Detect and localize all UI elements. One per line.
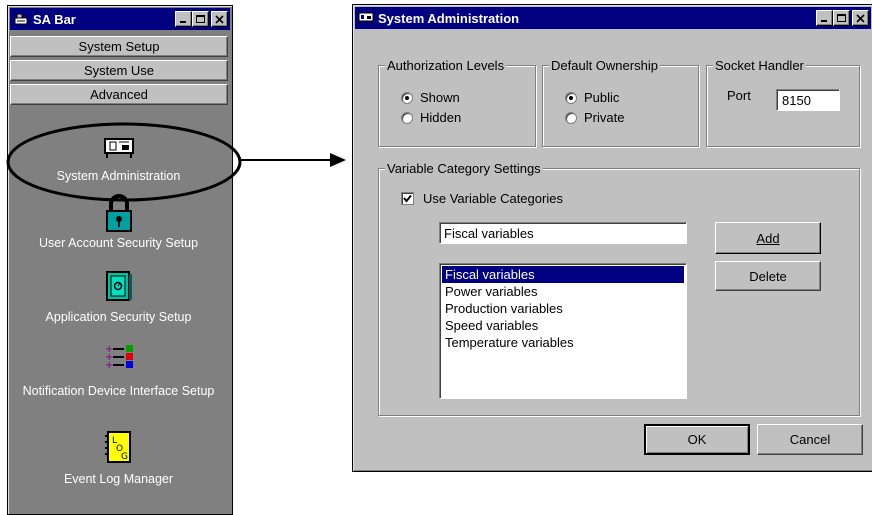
use-variable-categories-checkbox[interactable]: Use Variable Categories bbox=[401, 191, 563, 206]
radio-shown[interactable]: Shown bbox=[401, 90, 460, 105]
cancel-button[interactable]: Cancel bbox=[757, 424, 863, 455]
group-legend: Variable Category Settings bbox=[385, 161, 543, 176]
port-label: Port bbox=[727, 88, 751, 103]
default-ownership-group: Default Ownership Public Private bbox=[542, 58, 699, 147]
delete-button[interactable]: Delete bbox=[715, 261, 821, 291]
sa-bar-titlebar[interactable]: SA Bar bbox=[10, 8, 230, 30]
tab-system-setup[interactable]: System Setup bbox=[10, 36, 228, 57]
pointer-arrowhead bbox=[330, 153, 346, 167]
sa-bar-app-icon bbox=[13, 12, 29, 26]
colored-list-icon: + + + bbox=[8, 344, 229, 370]
tab-label: System Use bbox=[83, 63, 155, 78]
button-label: Delete bbox=[749, 268, 787, 284]
variable-category-input[interactable]: Fiscal variables bbox=[439, 222, 687, 244]
dialog-title: System Administration bbox=[378, 10, 520, 26]
admin-console-icon bbox=[8, 136, 229, 160]
socket-handler-group: Socket Handler Port 8150 bbox=[706, 58, 860, 147]
radio-button[interactable] bbox=[565, 111, 577, 124]
button-label: Add bbox=[756, 230, 780, 246]
tab-system-use[interactable]: System Use bbox=[10, 60, 228, 81]
sa-bar-window: SA Bar System Setup System Use Advanced bbox=[7, 5, 233, 515]
radio-button[interactable] bbox=[401, 91, 413, 104]
system-administration-dialog: System Administration Authorization Leve… bbox=[352, 4, 872, 472]
port-input[interactable]: 8150 bbox=[776, 89, 840, 111]
button-label: Cancel bbox=[789, 432, 831, 447]
radio-private[interactable]: Private bbox=[565, 110, 624, 125]
minimize-icon[interactable] bbox=[816, 10, 833, 26]
sa-item-notification-device[interactable]: + + + Notification Device Interface Setu… bbox=[8, 344, 229, 399]
tab-label: Advanced bbox=[90, 87, 148, 102]
tab-label: System Setup bbox=[78, 39, 160, 54]
sa-item-label: Application Security Setup bbox=[45, 310, 192, 324]
group-legend: Socket Handler bbox=[713, 58, 806, 73]
variable-category-list[interactable]: Fiscal variables Power variables Product… bbox=[439, 263, 687, 399]
svg-text:+: + bbox=[105, 360, 113, 370]
radio-button[interactable] bbox=[565, 91, 577, 104]
list-item[interactable]: Speed variables bbox=[442, 317, 684, 334]
padlock-icon bbox=[8, 194, 229, 234]
radio-label: Shown bbox=[420, 90, 460, 105]
radio-label: Private bbox=[584, 110, 625, 125]
list-item[interactable]: Power variables bbox=[442, 283, 684, 300]
sa-item-system-administration[interactable]: System Administration bbox=[8, 136, 229, 183]
radio-public[interactable]: Public bbox=[565, 90, 619, 105]
radio-button[interactable] bbox=[401, 111, 413, 124]
checkmark-icon bbox=[403, 194, 412, 203]
port-value: 8150 bbox=[782, 93, 811, 108]
group-legend: Default Ownership bbox=[549, 58, 660, 73]
tab-advanced[interactable]: Advanced bbox=[10, 84, 228, 105]
sa-item-event-log-manager[interactable]: L O G Event Log Manager bbox=[8, 430, 229, 486]
close-icon[interactable] bbox=[211, 11, 228, 27]
list-item[interactable]: Production variables bbox=[442, 300, 684, 317]
minimize-icon[interactable] bbox=[175, 11, 192, 27]
sa-item-label: System Administration bbox=[56, 169, 181, 183]
sa-item-label: Event Log Manager bbox=[63, 472, 174, 486]
add-button[interactable]: Add bbox=[715, 222, 821, 254]
variable-category-group: Variable Category Settings Use Variable … bbox=[378, 161, 860, 416]
input-value: Fiscal variables bbox=[444, 226, 534, 241]
sa-item-label: User Account Security Setup bbox=[38, 236, 199, 250]
sa-item-user-account-security[interactable]: User Account Security Setup bbox=[8, 194, 229, 250]
radio-label: Public bbox=[584, 90, 620, 105]
maximize-icon[interactable] bbox=[192, 11, 209, 27]
dialog-titlebar[interactable]: System Administration bbox=[355, 7, 871, 29]
ok-button[interactable]: OK bbox=[644, 424, 750, 455]
safe-icon bbox=[8, 270, 229, 304]
checkbox[interactable] bbox=[401, 192, 414, 205]
close-icon[interactable] bbox=[852, 10, 869, 26]
checkbox-label: Use Variable Categories bbox=[423, 191, 563, 206]
button-label: OK bbox=[687, 432, 707, 447]
list-item[interactable]: Temperature variables bbox=[442, 334, 684, 351]
log-book-icon: L O G bbox=[8, 430, 229, 464]
dialog-app-icon bbox=[358, 12, 374, 24]
radio-hidden[interactable]: Hidden bbox=[401, 110, 461, 125]
svg-text:G: G bbox=[121, 452, 128, 462]
list-item[interactable]: Fiscal variables bbox=[442, 266, 684, 283]
authorization-levels-group: Authorization Levels Shown Hidden bbox=[378, 58, 536, 147]
sa-item-application-security[interactable]: Application Security Setup bbox=[8, 270, 229, 324]
sa-bar-title: SA Bar bbox=[33, 11, 76, 27]
group-legend: Authorization Levels bbox=[385, 58, 507, 73]
radio-label: Hidden bbox=[420, 110, 462, 125]
maximize-icon[interactable] bbox=[833, 10, 850, 26]
sa-item-label: Notification Device Interface Setup bbox=[22, 384, 215, 398]
